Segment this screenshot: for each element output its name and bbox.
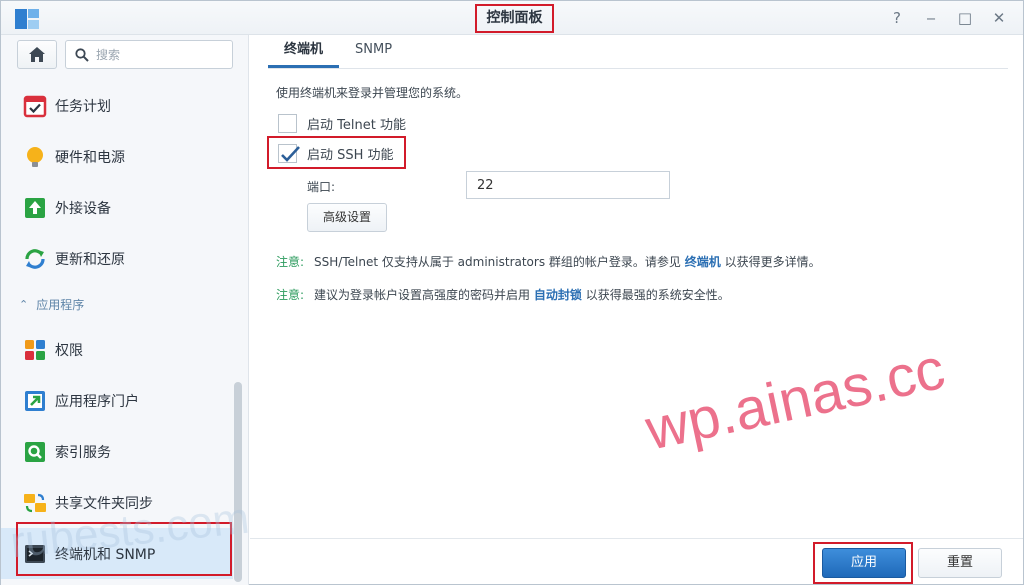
control-panel-window: 控制面板 ? ‒ □ ✕ 任务计划 硬件和电源 外接 bbox=[0, 0, 1024, 585]
highlight-outline-ssh bbox=[267, 136, 406, 169]
lightbulb-icon bbox=[27, 146, 43, 167]
sidebar-item-privileges[interactable]: 权限 bbox=[1, 324, 233, 375]
app-portal-icon bbox=[25, 390, 45, 411]
telnet-label: 启动 Telnet 功能 bbox=[307, 117, 406, 133]
note-tail: 以获得更多详情。 bbox=[724, 255, 821, 269]
privileges-icon bbox=[25, 339, 45, 360]
note-ssh-telnet: 注意: SSH/Telnet 仅支持从属于 administrators 群组的帐… bbox=[276, 253, 821, 270]
sidebar-item-update-restore[interactable]: 更新和还原 bbox=[1, 233, 233, 284]
note-text: 建议为登录帐户设置高强度的密码并启用 bbox=[314, 288, 531, 302]
sidebar-item-hardware-power[interactable]: 硬件和电源 bbox=[1, 131, 233, 182]
section-label: 应用程序 bbox=[36, 297, 85, 312]
sidebar-item-app-portal[interactable]: 应用程序门户 bbox=[1, 375, 233, 426]
maximize-icon[interactable]: □ bbox=[955, 8, 975, 28]
sidebar-item-label: 硬件和电源 bbox=[55, 149, 125, 166]
search-icon bbox=[75, 48, 89, 62]
chevron-up-icon: ⌃ bbox=[19, 297, 29, 311]
highlight-outline-apply bbox=[813, 542, 913, 584]
note-label: 注意: bbox=[276, 288, 305, 302]
terminal-help-link[interactable]: 终端机 bbox=[685, 255, 721, 269]
telnet-option[interactable]: 启动 Telnet 功能 bbox=[278, 112, 406, 134]
telnet-checkbox[interactable] bbox=[278, 113, 297, 133]
sidebar-item-label: 应用程序门户 bbox=[55, 393, 139, 410]
tab-terminal[interactable]: 终端机 bbox=[268, 35, 340, 68]
help-icon[interactable]: ? bbox=[887, 8, 907, 28]
sidebar-item-label: 索引服务 bbox=[55, 444, 111, 461]
sidebar-scrollbar[interactable] bbox=[234, 382, 242, 582]
sidebar-item-task-scheduler[interactable]: 任务计划 bbox=[1, 80, 233, 131]
tab-snmp[interactable]: SNMP bbox=[339, 35, 408, 68]
sidebar-item-label: 更新和还原 bbox=[55, 251, 125, 268]
window-title: 控制面板 bbox=[475, 4, 554, 33]
port-input[interactable] bbox=[466, 171, 670, 199]
task-scheduler-icon bbox=[23, 95, 47, 117]
footer-bar: 应用 重置 bbox=[250, 538, 1023, 585]
note-label: 注意: bbox=[276, 255, 305, 269]
auto-block-link[interactable]: 自动封锁 bbox=[534, 288, 582, 302]
sidebar-item-external-devices[interactable]: 外接设备 bbox=[1, 182, 233, 233]
note-tail: 以获得最强的系统安全性。 bbox=[585, 288, 730, 302]
update-restore-icon bbox=[25, 248, 45, 269]
terminal-description: 使用终端机来登录并管理您的系统。 bbox=[276, 86, 469, 100]
tab-bar: 终端机 SNMP bbox=[268, 35, 1008, 69]
sidebar-item-label: 外接设备 bbox=[55, 200, 111, 217]
indexing-service-icon bbox=[25, 441, 45, 462]
sidebar-item-label: 权限 bbox=[55, 342, 83, 359]
close-icon[interactable]: ✕ bbox=[989, 8, 1009, 28]
control-panel-app-icon bbox=[15, 9, 39, 29]
sidebar-item-label: 任务计划 bbox=[55, 98, 111, 115]
external-device-icon bbox=[25, 197, 45, 218]
search-field[interactable] bbox=[65, 40, 233, 69]
reset-button[interactable]: 重置 bbox=[918, 548, 1002, 578]
shared-folder-sync-icon bbox=[24, 493, 46, 512]
minimize-icon[interactable]: ‒ bbox=[921, 8, 941, 28]
home-icon bbox=[29, 47, 45, 62]
sidebar-item-indexing-service[interactable]: 索引服务 bbox=[1, 426, 233, 477]
title-bar: 控制面板 ? ‒ □ ✕ bbox=[1, 1, 1023, 35]
port-label: 端口: bbox=[307, 180, 336, 194]
main-panel: 终端机 SNMP 使用终端机来登录并管理您的系统。 启动 Telnet 功能 启… bbox=[250, 35, 1023, 585]
home-button[interactable] bbox=[17, 40, 57, 69]
section-header-applications[interactable]: ⌃ 应用程序 bbox=[1, 284, 233, 324]
note-password: 注意: 建议为登录帐户设置高强度的密码并启用 自动封锁 以获得最强的系统安全性。 bbox=[276, 286, 730, 303]
window-controls: ? ‒ □ ✕ bbox=[887, 8, 1009, 28]
search-input[interactable] bbox=[96, 46, 226, 64]
advanced-settings-button[interactable]: 高级设置 bbox=[307, 203, 387, 232]
note-text: SSH/Telnet 仅支持从属于 administrators 群组的帐户登录… bbox=[314, 255, 681, 269]
